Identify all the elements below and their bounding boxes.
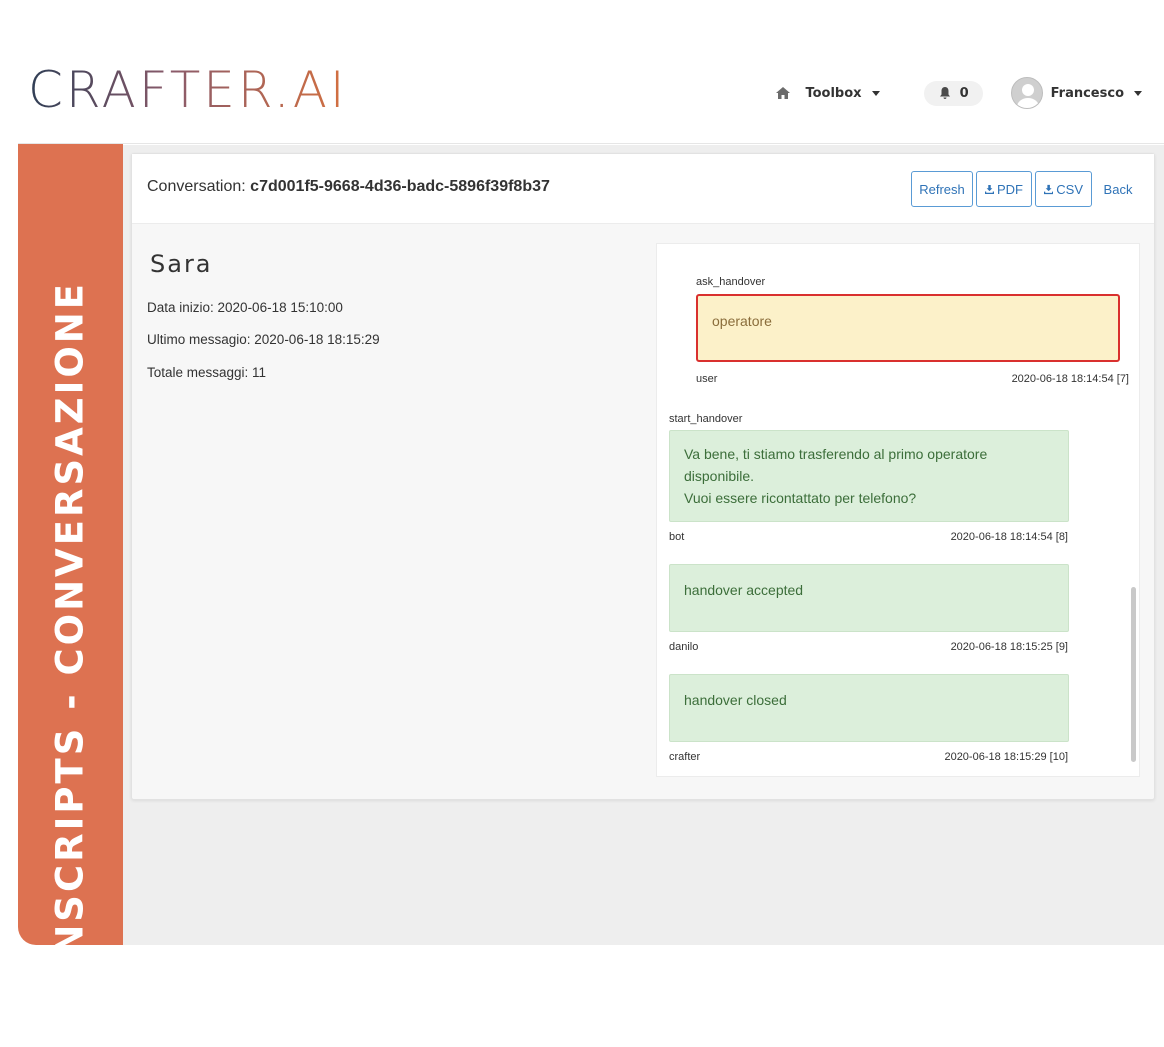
message-sender: danilo xyxy=(669,641,699,653)
message-timestamp: 2020-06-18 18:14:54 [8] xyxy=(950,531,1068,543)
contact-name: Sara xyxy=(150,250,213,278)
conversation-card: Conversation: c7d001f5-9668-4d36-badc-58… xyxy=(131,153,1155,800)
notification-count: 0 xyxy=(959,85,969,101)
user-menu[interactable]: Francesco xyxy=(1010,77,1142,109)
message-timestamp: 2020-06-18 18:15:29 [10] xyxy=(944,751,1068,763)
start-date: Data inizio: 2020-06-18 15:10:00 xyxy=(147,300,343,315)
system-message: handover closed xyxy=(669,674,1069,742)
pdf-download-button[interactable]: PDF xyxy=(976,171,1032,207)
toolbox-menu[interactable]: Toolbox xyxy=(775,85,880,101)
last-message-date: Ultimo messagio: 2020-06-18 18:15:29 xyxy=(147,332,380,347)
download-icon xyxy=(985,184,994,194)
notifications-button[interactable]: 0 xyxy=(923,80,983,106)
back-link[interactable]: Back xyxy=(1096,171,1140,207)
bell-icon xyxy=(939,87,950,99)
crafter-logo[interactable]: CRAFTER.AI xyxy=(28,60,348,120)
chat-scrollbar[interactable] xyxy=(1131,587,1136,762)
user-message: operatore xyxy=(696,294,1120,362)
sidebar: TRANSCRIPTS - CONVERSAZIONE xyxy=(18,144,123,1047)
total-messages: Totale messaggi: 11 xyxy=(147,365,267,380)
toolbox-label: Toolbox xyxy=(805,85,862,101)
message-sender: bot xyxy=(669,531,685,543)
conversation-label: Conversation: xyxy=(147,178,246,195)
conversation-title: Conversation: c7d001f5-9668-4d36-badc-58… xyxy=(147,178,550,196)
conversation-id: c7d001f5-9668-4d36-badc-5896f39f8b37 xyxy=(250,178,550,195)
agent-message: handover accepted xyxy=(669,564,1069,632)
avatar xyxy=(1010,77,1043,109)
message-intent: ask_handover xyxy=(696,276,766,288)
csv-download-button[interactable]: CSV xyxy=(1035,171,1092,207)
chevron-down-icon xyxy=(1134,90,1142,96)
message-timestamp: 2020-06-18 18:14:54 [7] xyxy=(1011,373,1129,385)
chat-panel[interactable]: ask_handover operatore user 2020-06-18 1… xyxy=(656,243,1140,777)
card-header: Conversation: c7d001f5-9668-4d36-badc-58… xyxy=(132,154,1154,224)
main-content: Conversation: c7d001f5-9668-4d36-badc-58… xyxy=(123,145,1164,945)
sidebar-title: TRANSCRIPTS - CONVERSAZIONE xyxy=(48,280,92,1047)
top-header: CRAFTER.AI Toolbox 0 Francesco xyxy=(18,40,1164,144)
bot-message: Va bene, ti stiamo trasferendo al primo … xyxy=(669,430,1069,522)
top-nav: Toolbox 0 Francesco xyxy=(775,77,1142,109)
message-intent: start_handover xyxy=(669,413,743,425)
user-name: Francesco xyxy=(1050,85,1124,101)
message-sender: crafter xyxy=(669,751,701,763)
message-timestamp: 2020-06-18 18:15:25 [9] xyxy=(950,641,1068,653)
refresh-button[interactable]: Refresh xyxy=(911,171,973,207)
chevron-down-icon xyxy=(871,90,880,96)
home-icon xyxy=(776,87,791,99)
download-icon xyxy=(1044,184,1054,194)
message-sender: user xyxy=(696,373,718,385)
